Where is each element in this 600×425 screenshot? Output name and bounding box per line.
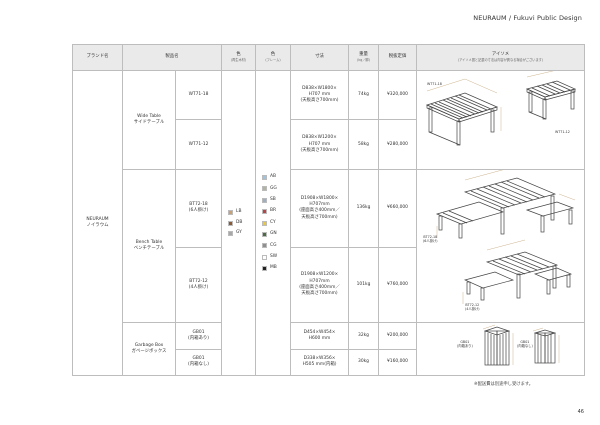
page-number: 46	[577, 409, 584, 415]
frame-color-cell: AB GG SB BR CY GN CG SW MB	[255, 70, 291, 376]
col-size: 寸法	[290, 44, 349, 71]
color-swatch	[228, 220, 233, 226]
size-cell: D338×W356× H505 mm(内箱)	[290, 348, 349, 377]
price-cell: ¥280,000	[378, 119, 417, 170]
table-header-row: ブランド名 製品名 色 (再生木材) 色 (フレーム) 寸法 重量 (kg／脚) 税抜…	[72, 44, 585, 71]
color-swatch	[262, 220, 267, 226]
table-row: Bench Table ベンチテーブル BT72-18 (6人掛け) D1908×…	[73, 168, 585, 324]
group-name-cell: Wide Table サイドテーブル	[122, 70, 176, 170]
frame-color-item: BR	[262, 208, 276, 215]
wood-color-cell: LB DB GY	[221, 70, 256, 376]
isometric-wide-table: WT71-18 WT71-12	[416, 70, 585, 170]
weight-cell: 30kg	[348, 348, 379, 377]
product-code: WT71-12	[175, 119, 222, 170]
col-isometric: アイソメ (アイソメ図と記載の寸法は内容が異なる場合がございます)	[416, 44, 585, 71]
col-price: 税抜定価	[378, 44, 417, 71]
size-cell: D838×W1200× H707 mm (天板高さ700mm)	[290, 119, 349, 170]
frame-color-item: GG	[262, 186, 277, 192]
brand-name-ja: ノイラウム	[86, 223, 109, 228]
frame-color-item: CG	[262, 243, 276, 249]
illus-label: BT72-18 (6人掛け)	[423, 234, 438, 243]
illus-label: BT72-12 (4人掛け)	[465, 302, 480, 311]
col-brand: ブランド名	[72, 44, 123, 71]
color-swatch	[262, 209, 267, 215]
illus-label: WT71-18	[427, 82, 442, 86]
color-swatch	[262, 243, 267, 249]
color-swatch	[262, 266, 267, 271]
illus-label: GB01 (内箱なし)	[517, 340, 533, 349]
product-code: WT71-18	[175, 69, 222, 121]
size-cell: D1908×W1200× H707mm (座面高さ400mm／ 天板高さ700mm)	[290, 246, 349, 324]
bench-table-drawing	[435, 169, 576, 304]
isometric-garbage-box: GB01 (内箱あり) GB01 (内箱なし)	[416, 322, 585, 376]
size-cell: D1908×W1800× H707mm (座面高さ400mm／ 天板高さ700mm)	[290, 168, 349, 248]
table-row: Garbage Box ガベージボックス GB01 (内箱あり) D454×W45…	[73, 322, 585, 376]
size-cell: D838×W1800× H707 mm (天板高さ700mm)	[290, 69, 349, 121]
size-cell: D454×W454× H600 mm	[290, 322, 349, 350]
price-cell: ¥760,000	[378, 246, 417, 324]
color-swatch	[228, 210, 233, 216]
spec-table: ブランド名 製品名 色 (再生木材) 色 (フレーム) 寸法 重量 (kg／脚) 税抜…	[72, 44, 585, 377]
color-swatch	[262, 186, 267, 192]
frame-color-item: AB	[262, 174, 276, 180]
wood-color-item: LB	[228, 209, 241, 216]
weight-cell: 58kg	[348, 119, 379, 170]
color-swatch	[262, 175, 267, 180]
col-product: 製品名	[122, 44, 222, 71]
brand-cell: NEURAUM ノイラウム	[72, 70, 123, 376]
weight-cell: 136kg	[348, 168, 379, 248]
frame-color-item: MB	[262, 265, 277, 271]
product-code: GB01 (内箱なし)	[175, 348, 222, 377]
wood-color-item: GY	[228, 230, 242, 236]
col-wood-color: 色 (再生木材)	[221, 44, 256, 71]
wood-color-item: DB	[228, 220, 242, 226]
isometric-bench-table: BT72-18 (6人掛け) BT72-12 (4人掛け)	[416, 168, 585, 324]
color-swatch	[262, 197, 267, 203]
frame-color-item: SB	[262, 197, 276, 203]
illus-label: WT71-12	[555, 130, 570, 134]
color-swatch	[228, 230, 233, 236]
col-frame-color: 色 (フレーム)	[255, 44, 291, 71]
header-title: NEURAUM / Fukuvi Public Design	[473, 14, 582, 22]
price-cell: ¥320,000	[378, 69, 417, 121]
group-name-cell: Garbage Box ガベージボックス	[122, 322, 176, 376]
product-code: BT72-12 (4人掛け)	[175, 246, 222, 324]
frame-color-item: GN	[262, 231, 277, 237]
color-swatch	[262, 254, 267, 260]
frame-color-item: SW	[262, 254, 277, 260]
product-code: GB01 (内箱あり)	[175, 322, 222, 350]
product-code: BT72-18 (6人掛け)	[175, 168, 222, 248]
weight-cell: 74kg	[348, 69, 379, 121]
weight-cell: 32kg	[348, 322, 379, 350]
weight-cell: 101kg	[348, 246, 379, 324]
color-swatch	[262, 231, 267, 237]
price-cell: ¥160,000	[378, 348, 417, 377]
wide-table-drawing	[426, 71, 577, 146]
price-cell: ¥660,000	[378, 168, 417, 248]
footnote: ※配送費は別途申し受けます。	[474, 382, 534, 387]
price-cell: ¥200,000	[378, 322, 417, 350]
col-weight: 重量 (kg／脚)	[348, 44, 379, 71]
group-name-cell: Bench Table ベンチテーブル	[122, 168, 176, 324]
table-row: NEURAUM ノイラウム Wide Table サイドテーブル WT71-18…	[72, 69, 585, 376]
frame-color-item: CY	[262, 220, 276, 226]
garbage-box-drawing	[482, 325, 560, 366]
illus-label: GB01 (内箱あり)	[457, 340, 473, 349]
